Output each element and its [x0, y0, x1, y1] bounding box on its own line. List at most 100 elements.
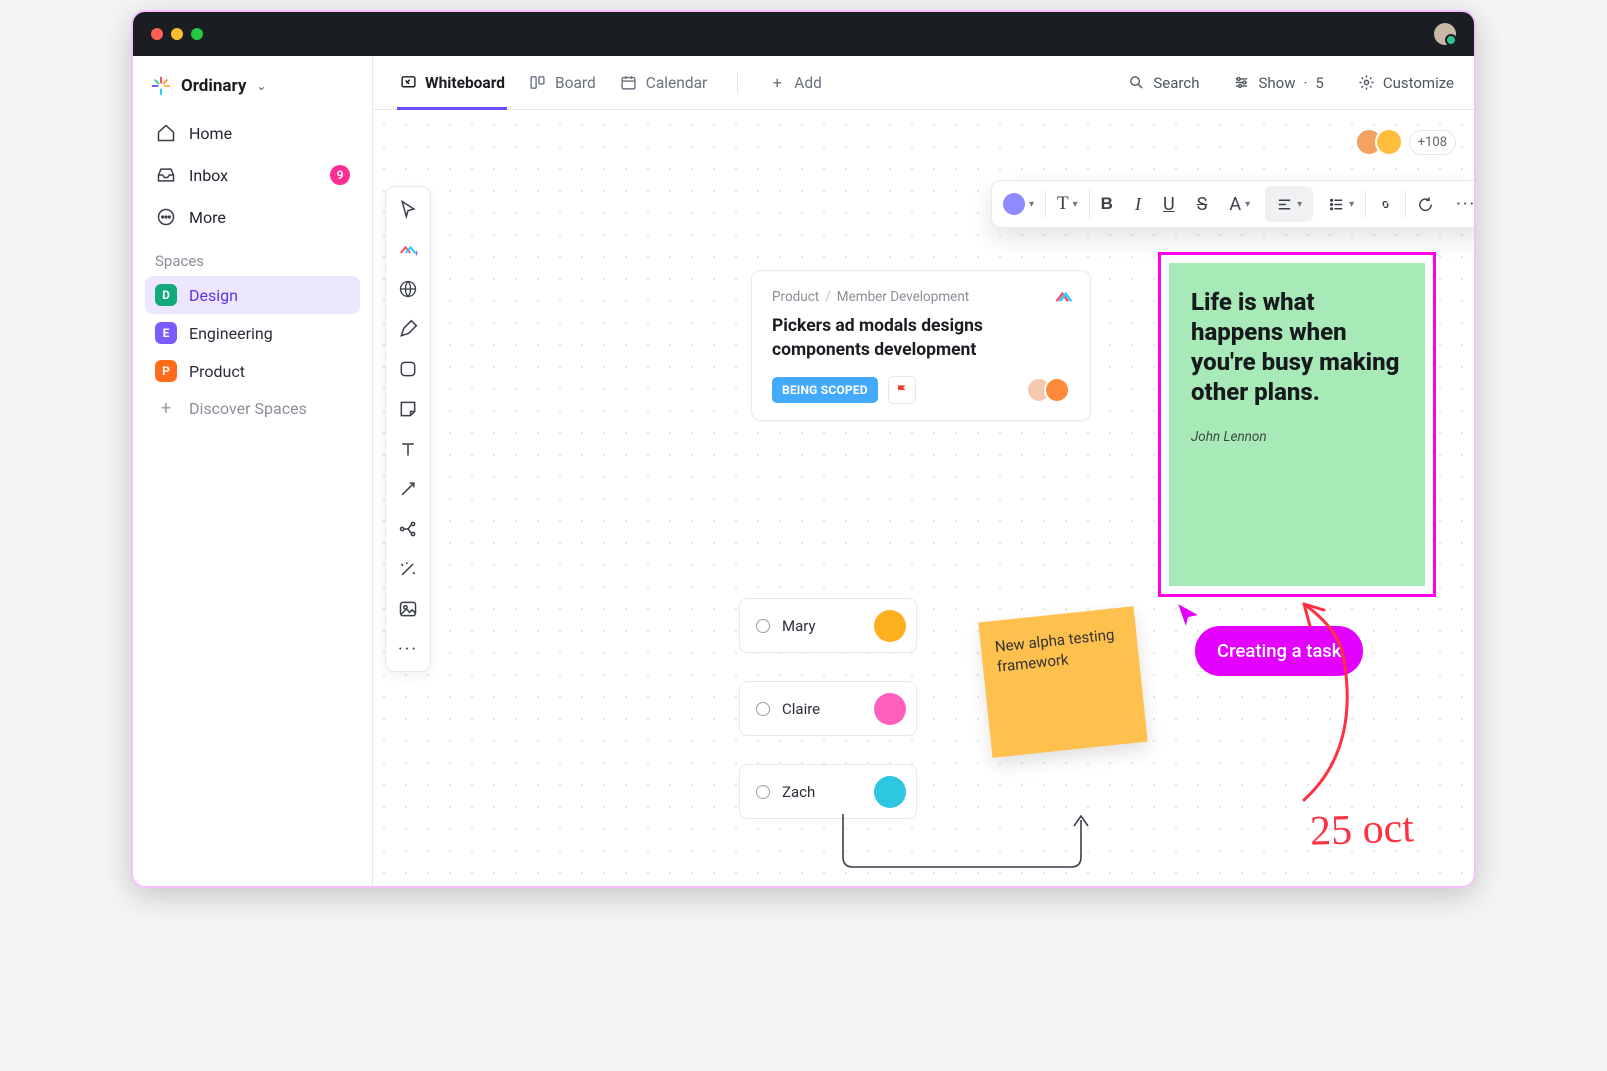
- workspace-name: Ordinary: [181, 76, 246, 96]
- list-icon: [1328, 196, 1345, 213]
- nav-more[interactable]: More: [145, 196, 360, 238]
- whiteboard-canvas[interactable]: +108 + ··· ▾: [373, 110, 1474, 886]
- person-name: Zach: [782, 783, 862, 801]
- collaborator-avatars[interactable]: +108: [1363, 128, 1456, 156]
- text-color-icon: A: [1229, 194, 1241, 215]
- more-format-button[interactable]: ···: [1445, 180, 1474, 228]
- pen-tool[interactable]: [396, 317, 420, 341]
- tab-whiteboard[interactable]: Whiteboard: [397, 56, 507, 110]
- text-color-button[interactable]: A▾: [1218, 180, 1261, 228]
- list-button[interactable]: ▾: [1317, 180, 1365, 228]
- sticky-tool[interactable]: [396, 397, 420, 421]
- space-product[interactable]: P Product: [145, 352, 360, 390]
- chevron-down-icon: ⌄: [256, 79, 266, 93]
- tab-label: Board: [555, 74, 596, 92]
- add-label: Add: [794, 74, 822, 92]
- discover-spaces[interactable]: + Discover Spaces: [145, 390, 360, 427]
- link-icon: [1377, 196, 1394, 213]
- image-tool[interactable]: [396, 597, 420, 621]
- fill-color-picker[interactable]: ▾: [992, 180, 1045, 228]
- priority-flag[interactable]: [888, 376, 916, 404]
- customize-button[interactable]: Customize: [1358, 74, 1454, 92]
- clickup-logo-icon: [1054, 287, 1074, 307]
- tab-calendar[interactable]: Calendar: [618, 56, 710, 110]
- connector-tool[interactable]: [396, 477, 420, 501]
- sync-button[interactable]: [1406, 180, 1445, 228]
- search-button[interactable]: Search: [1128, 74, 1199, 92]
- user-avatar[interactable]: [1434, 23, 1456, 45]
- cursor-icon: [1175, 602, 1201, 628]
- web-tool[interactable]: [396, 277, 420, 301]
- status-pill[interactable]: BEING SCOPED: [772, 377, 878, 403]
- spaces-heading: Spaces: [145, 238, 360, 276]
- pointer-tool[interactable]: [396, 197, 420, 221]
- bold-button[interactable]: B: [1090, 180, 1124, 228]
- maximize-icon[interactable]: [191, 28, 203, 40]
- text-icon: T: [1057, 193, 1069, 215]
- avatar: [874, 610, 906, 642]
- brand-logo-icon: [151, 76, 171, 96]
- minimize-icon[interactable]: [171, 28, 183, 40]
- show-button[interactable]: Show · 5: [1233, 74, 1323, 92]
- task-tool[interactable]: +: [396, 237, 420, 261]
- sticky-note[interactable]: New alpha testing framework: [978, 606, 1147, 758]
- radio-icon[interactable]: [756, 785, 770, 799]
- divider: [737, 72, 738, 94]
- chevron-down-icon: ▾: [1349, 199, 1354, 210]
- flag-icon: [895, 383, 909, 397]
- person-name: Claire: [782, 700, 862, 718]
- avatar-overflow[interactable]: +108: [1409, 130, 1456, 155]
- nav-label: More: [189, 208, 226, 227]
- formatting-toolbar: ▾ T▾ B I U S A▾ ▾ ▾ ···: [991, 180, 1474, 228]
- tab-label: Calendar: [646, 74, 708, 92]
- underline-button[interactable]: U: [1152, 180, 1186, 228]
- workspace-selector[interactable]: Ordinary ⌄: [145, 70, 360, 112]
- tab-label: Whiteboard: [425, 74, 505, 92]
- refresh-icon: [1417, 196, 1434, 213]
- task-assignees[interactable]: [1034, 377, 1070, 403]
- show-count: 5: [1315, 74, 1323, 92]
- avatar: [874, 776, 906, 808]
- chevron-down-icon: ▾: [1245, 199, 1250, 210]
- app-window: Ordinary ⌄ Home Inbox 9 More Spaces D De…: [131, 10, 1476, 888]
- person-card[interactable]: Mary: [739, 598, 917, 653]
- tab-board[interactable]: Board: [527, 56, 598, 110]
- space-design[interactable]: D Design: [145, 276, 360, 314]
- font-picker[interactable]: T▾: [1046, 180, 1089, 228]
- space-swatch: E: [155, 322, 177, 344]
- chevron-down-icon: ▾: [1029, 199, 1034, 210]
- nav-home[interactable]: Home: [145, 112, 360, 154]
- italic-button[interactable]: I: [1124, 180, 1152, 228]
- avatar: [874, 693, 906, 725]
- nav-label: Home: [189, 124, 232, 143]
- magic-tool[interactable]: [396, 557, 420, 581]
- space-engineering[interactable]: E Engineering: [145, 314, 360, 352]
- color-swatch-icon: [1003, 193, 1025, 215]
- person-card[interactable]: Claire: [739, 681, 917, 736]
- nav-inbox[interactable]: Inbox 9: [145, 154, 360, 196]
- radio-icon[interactable]: [756, 619, 770, 633]
- shape-tool[interactable]: [396, 357, 420, 381]
- sticky-text: New alpha testing framework: [994, 625, 1115, 676]
- sidebar: Ordinary ⌄ Home Inbox 9 More Spaces D De…: [133, 56, 373, 886]
- mindmap-tool[interactable]: [396, 517, 420, 541]
- link-button[interactable]: [1366, 180, 1405, 228]
- add-view-button[interactable]: + Add: [766, 56, 824, 110]
- more-tools[interactable]: ···: [396, 637, 420, 661]
- person-card[interactable]: Zach: [739, 764, 917, 819]
- inbox-badge: 9: [330, 165, 350, 185]
- strike-button[interactable]: S: [1186, 180, 1219, 228]
- close-icon[interactable]: [151, 28, 163, 40]
- quote-card-selection[interactable]: Life is what happens when you're busy ma…: [1158, 252, 1436, 597]
- plus-icon: +: [768, 74, 786, 92]
- text-tool[interactable]: [396, 437, 420, 461]
- chevron-down-icon: ▾: [1297, 199, 1302, 210]
- align-button[interactable]: ▾: [1265, 186, 1313, 222]
- radio-icon[interactable]: [756, 702, 770, 716]
- connector-arrow[interactable]: [841, 812, 1101, 886]
- task-card[interactable]: Product/Member Development Pickers ad mo…: [751, 270, 1091, 421]
- quote-card: Life is what happens when you're busy ma…: [1169, 263, 1425, 586]
- space-label: Product: [189, 362, 245, 381]
- quote-text: Life is what happens when you're busy ma…: [1191, 287, 1403, 407]
- align-icon: [1276, 196, 1293, 213]
